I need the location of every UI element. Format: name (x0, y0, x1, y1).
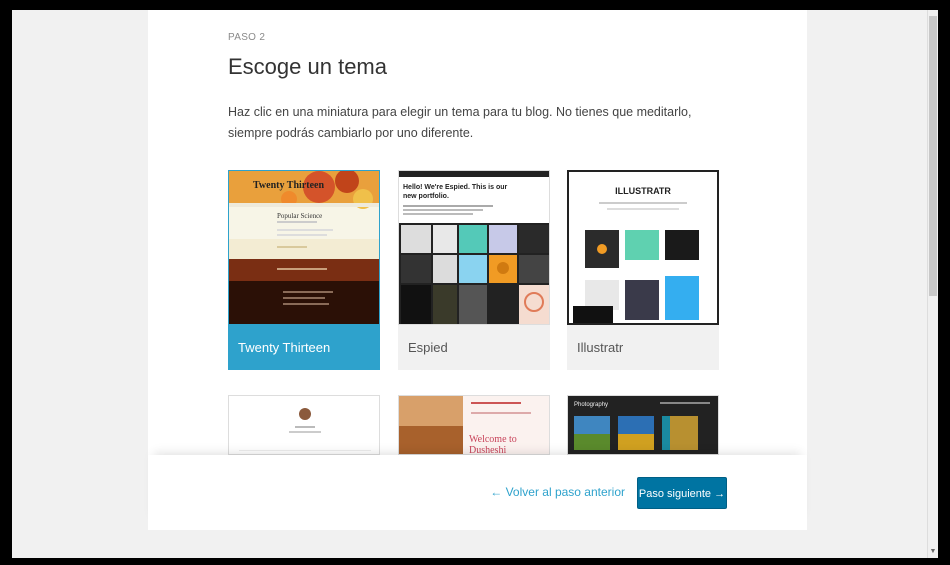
scroll-down-arrow-icon[interactable]: ▼ (929, 548, 937, 556)
theme-name[interactable]: Twenty Thirteen (228, 325, 380, 370)
theme-name[interactable]: Espied (398, 325, 550, 370)
description: Haz clic en una miniatura para elegir un… (228, 105, 692, 140)
preview-heading: Welcome to Dusheshi (469, 434, 517, 455)
theme-thumbnail[interactable]: ILLUSTRATR (567, 170, 719, 325)
theme-card-twenty-thirteen[interactable]: Twenty Thirteen Popular Science Twenty T… (228, 170, 380, 370)
preview-heading: Photography (574, 402, 609, 408)
setup-panel: PASO 2 Escoge un tema Haz clic en una mi… (148, 10, 807, 530)
theme-thumbnail[interactable]: Twenty Thirteen Popular Science (228, 170, 380, 325)
theme-card-illustratr[interactable]: ILLUSTRATR Illustratr (567, 170, 719, 370)
preview-heading: Hello! We're Espied. This is our new por… (403, 184, 508, 200)
next-step-button[interactable]: Paso siguiente → (637, 477, 727, 509)
preview-title: Twenty Thirteen (253, 180, 325, 191)
preview-heading: Popular Science (277, 212, 323, 220)
theme-card-espied[interactable]: Hello! We're Espied. This is our new por… (398, 170, 550, 370)
theme-thumbnail-row2-2[interactable]: Welcome to Dusheshi (398, 395, 550, 455)
wizard-footer: ← Volver al paso anterior Paso siguiente… (148, 455, 807, 530)
scrollbar-thumb[interactable] (929, 16, 937, 296)
browser-viewport: PASO 2 Escoge un tema Haz clic en una mi… (12, 10, 938, 558)
preview-heading: ILLUSTRATR (615, 186, 671, 196)
step-label: PASO 2 (228, 32, 266, 43)
theme-thumbnail[interactable]: Hello! We're Espied. This is our new por… (398, 170, 550, 325)
theme-thumbnail-row2-3[interactable]: Photography (567, 395, 719, 455)
theme-name[interactable]: Illustratr (567, 325, 719, 370)
theme-thumbnail-row2-1[interactable] (228, 395, 380, 455)
vertical-scrollbar[interactable]: ▼ (927, 10, 938, 558)
window-frame: PASO 2 Escoge un tema Haz clic en una mi… (0, 0, 950, 565)
back-link[interactable]: ← Volver al paso anterior (490, 485, 625, 499)
page-title: Escoge un tema (228, 54, 387, 79)
